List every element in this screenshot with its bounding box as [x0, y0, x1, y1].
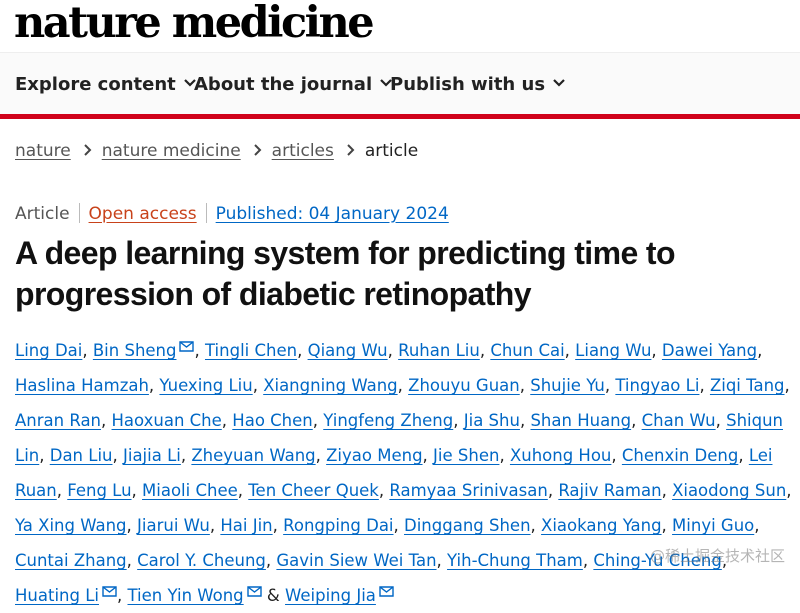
author-link[interactable]: Hai Jin	[220, 516, 272, 535]
author-link[interactable]: Yuexing Liu	[159, 376, 252, 395]
article-title: A deep learning system for predicting ti…	[15, 235, 676, 312]
published-date-link[interactable]: Published: 04 January 2024	[216, 204, 449, 224]
author-link[interactable]: Ya Xing Wang	[15, 516, 127, 535]
author-link[interactable]: Zheyuan Wang	[191, 446, 315, 465]
mail-icon[interactable]	[102, 586, 117, 597]
mail-icon[interactable]	[379, 586, 394, 597]
author-link[interactable]: Hao Chen	[232, 411, 312, 430]
chevron-right-icon	[84, 144, 92, 156]
mail-icon[interactable]	[246, 586, 262, 597]
author-link[interactable]: Cuntai Zhang	[15, 551, 127, 570]
article-type: Article	[15, 204, 70, 224]
author-link[interactable]: Ruhan Liu	[398, 341, 480, 360]
breadcrumb-current: article	[364, 141, 419, 161]
accent-bar	[0, 114, 800, 119]
author-link[interactable]: Anran Ran	[15, 411, 101, 430]
author-link[interactable]: Chenxin Deng	[622, 446, 738, 465]
author-link[interactable]: Miaoli Chee	[142, 481, 238, 500]
author-link[interactable]: Xiangning Wang	[263, 376, 397, 395]
author-link[interactable]: Feng Lu	[67, 481, 131, 500]
author-link[interactable]: Yih-Chung Tham	[447, 551, 583, 570]
main-nav: Explore content About the journal Publis…	[0, 52, 800, 115]
breadcrumb-nature[interactable]: nature	[15, 141, 71, 161]
author-link[interactable]: Jia Shu	[464, 411, 520, 430]
author-link[interactable]: Yingfeng Zheng	[323, 411, 453, 430]
author-list: Ling Dai, Bin Sheng, Tingli Chen, Qiang …	[15, 341, 792, 605]
author-link[interactable]: Jie Shen	[433, 446, 499, 465]
author-link[interactable]: Huating Li	[15, 586, 99, 605]
author-link[interactable]: Rajiv Raman	[558, 481, 661, 500]
author-link[interactable]: Tingyao Li	[615, 376, 699, 395]
nav-publish-with-us[interactable]: Publish with us	[390, 74, 566, 95]
nav-explore-content-label: Explore content	[15, 74, 176, 95]
author-link[interactable]: Liang Wu	[575, 341, 651, 360]
author-link[interactable]: Xiaodong Sun	[672, 481, 786, 500]
breadcrumb-nature-medicine[interactable]: nature medicine	[102, 141, 241, 161]
author-link[interactable]: Dawei Yang	[662, 341, 757, 360]
author-link[interactable]: Bin Sheng	[93, 341, 177, 360]
watermark: @稀土掘金技术社区	[650, 547, 786, 565]
author-link[interactable]: Chun Cai	[490, 341, 564, 360]
nav-explore-content[interactable]: Explore content	[15, 74, 197, 95]
mail-icon[interactable]	[179, 341, 195, 352]
author-link[interactable]: Xiaokang Yang	[541, 516, 662, 535]
author-link[interactable]: Weiping Jia	[285, 586, 376, 605]
author-link[interactable]: Haoxuan Che	[112, 411, 222, 430]
author-link[interactable]: Gavin Siew Wei Tan	[276, 551, 436, 570]
journal-logo[interactable]: nature medicine	[14, 0, 375, 48]
author-link[interactable]: Dinggang Shen	[404, 516, 531, 535]
author-link[interactable]: Shan Huang	[530, 411, 631, 430]
author-link[interactable]: Shujie Yu	[530, 376, 605, 395]
meta-divider	[205, 203, 207, 223]
breadcrumb: nature nature medicine articles article	[15, 141, 418, 161]
article-meta: Article Open access Published: 04 January …	[15, 203, 449, 224]
author-link[interactable]: Xuhong Hou	[510, 446, 611, 465]
meta-divider	[78, 203, 80, 223]
author-link[interactable]: Ziyao Meng	[326, 446, 422, 465]
open-access-link[interactable]: Open access	[89, 204, 197, 224]
author-link[interactable]: Tien Yin Wong	[127, 586, 243, 605]
chevron-right-icon	[253, 144, 262, 156]
author-link[interactable]: Ramyaa Srinivasan	[389, 481, 547, 500]
author-link[interactable]: Chan Wu	[642, 411, 716, 430]
author-link[interactable]: Ten Cheer Quek	[248, 481, 379, 500]
nav-publish-with-us-label: Publish with us	[390, 74, 546, 95]
author-link[interactable]: Carol Y. Cheung	[137, 551, 266, 570]
chevron-down-icon	[553, 79, 565, 87]
author-link[interactable]: Jiajia Li	[123, 446, 181, 465]
author-link[interactable]: Tingli Chen	[205, 341, 297, 360]
author-link[interactable]: Jiarui Wu	[137, 516, 210, 535]
author-link[interactable]: Qiang Wu	[308, 341, 388, 360]
author-link[interactable]: Ziqi Tang	[710, 376, 785, 395]
nav-about-journal[interactable]: About the journal	[194, 74, 393, 95]
author-link[interactable]: Haslina Hamzah	[15, 376, 149, 395]
breadcrumb-articles[interactable]: articles	[272, 141, 334, 161]
author-link[interactable]: Ling Dai	[15, 341, 82, 360]
author-link[interactable]: Zhouyu Guan	[408, 376, 520, 395]
nav-about-journal-label: About the journal	[194, 74, 373, 95]
chevron-right-icon	[347, 144, 355, 156]
author-link[interactable]: Rongping Dai	[283, 516, 393, 535]
author-link[interactable]: Minyi Guo	[672, 516, 754, 535]
author-link[interactable]: Dan Liu	[50, 446, 113, 465]
